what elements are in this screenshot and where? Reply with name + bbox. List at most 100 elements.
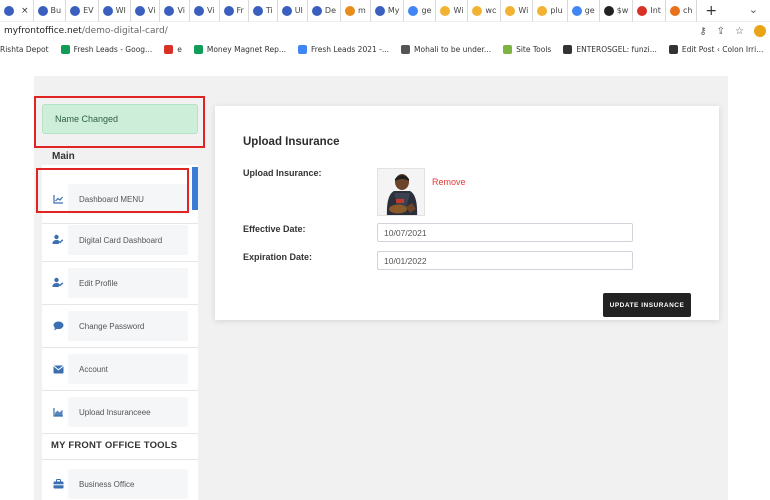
tab-favicon-icon [70,5,81,16]
chart-area-icon [52,406,64,418]
tab-favicon-icon [505,5,516,16]
address-bar-icons: ⚷ ⇪ ☆ [699,22,766,40]
divider [42,223,198,224]
browser-tab[interactable]: wc [468,0,502,22]
address-bar[interactable]: myfrontoffice.net/demo-digital-card/ ⚷ ⇪… [0,22,770,40]
browser-tab[interactable]: Vi [160,0,190,22]
bookmark-item[interactable]: Rishta Depot [0,45,49,54]
sidebar-item-label: Account [79,364,108,374]
upload-insurance-card: Upload Insurance Upload Insurance: Remov… [215,106,719,320]
browser-tab[interactable]: Bu [34,0,67,22]
tab-label: ge [421,6,432,15]
browser-tab[interactable]: ge [568,0,600,22]
expiration-date-input[interactable] [377,251,633,270]
browser-tab[interactable]: EV [66,0,99,22]
bookmark-item[interactable]: Edit Post ‹ Colon Irri... [668,44,764,54]
sidebar-item-label: Change Password [79,321,145,331]
extension-icon[interactable] [754,25,766,37]
insurance-photo-thumbnail [377,168,425,216]
effective-date-label: Effective Date: [243,224,306,234]
tab-favicon-icon [134,5,145,16]
tab-favicon-icon [440,5,451,16]
sidebar-item-edit-profile[interactable]: Edit Profile [68,268,188,298]
upload-insurance-label: Upload Insurance: [243,168,322,178]
share-icon[interactable]: ⇪ [717,26,725,37]
card-title: Upload Insurance [243,136,340,148]
tab-favicon-icon [37,5,48,16]
browser-tab[interactable]: × [0,0,34,22]
tab-favicon-icon [537,5,548,16]
tab-label: Vi [206,6,215,15]
chat-bubble-icon [52,320,64,332]
browser-tab[interactable]: ge [404,0,437,22]
tab-label: m [358,6,366,15]
key-icon[interactable]: ⚷ [699,26,706,37]
bookmark-label: Fresh Leads 2021 -... [311,44,390,54]
bookmark-item[interactable]: Fresh Leads - Goog... [60,44,152,54]
bookmark-item[interactable]: Site Tools [503,44,551,54]
divider [42,390,198,391]
sidebar-item-upload-insurance[interactable]: Upload Insuranceee [68,397,188,427]
bookmark-item[interactable]: Mohali to be under... [401,44,492,54]
browser-tab[interactable]: m [341,0,371,22]
tab-label: plu [550,6,563,15]
bookmark-item[interactable]: Money Magnet Rep... [193,44,286,54]
browser-tab[interactable]: UI [278,0,308,22]
tab-favicon-icon [603,5,614,16]
browser-tab[interactable]: Wi [436,0,469,22]
tab-label: My [387,6,400,15]
tab-search-chevron-icon[interactable]: ⌄ [749,3,758,16]
sidebar-item-change-password[interactable]: Change Password [68,311,188,341]
bookmark-favicon-icon [164,44,174,54]
bookmark-item[interactable]: Fresh Leads 2021 -... [298,44,390,54]
tab-label: Vi [177,6,185,15]
browser-tab[interactable]: plu [533,0,568,22]
tab-favicon-icon [164,5,175,16]
browser-tab-strip: × Bu EV WI Vi Vi Vi Fr Ti UI De m My ge Wi wc Wi plu ge $w I… [0,0,770,22]
tab-label: UI [294,6,303,15]
section-label-tools: MY FRONT OFFICE TOOLS [51,440,178,451]
bookmark-label: Mohali to be under... [414,44,492,54]
tab-favicon-icon [252,5,263,16]
bookmark-star-icon[interactable]: ☆ [735,26,744,37]
highlight-box-alert [34,96,205,148]
sidebar-item-digital-card-dashboard[interactable]: Digital Card Dashboard [68,225,188,255]
url-host: myfrontoffice.net [4,26,82,36]
sidebar-item-account[interactable]: Account [68,354,188,384]
close-tab-icon[interactable]: × [21,6,29,16]
sidebar-item-label: Digital Card Dashboard [79,235,163,245]
new-tab-button[interactable]: + [705,3,717,19]
tab-label: Bu [50,6,62,15]
expiration-date-label: Expiration Date: [243,252,313,262]
update-insurance-button[interactable]: UPDATE INSURANCE [603,293,691,317]
bookmark-favicon-icon [668,44,678,54]
tab-favicon-icon [472,5,483,16]
browser-tab[interactable]: Ti [249,0,278,22]
remove-photo-link[interactable]: Remove [432,177,466,187]
browser-tab[interactable]: ch [666,0,698,22]
browser-tab[interactable]: Vi [190,0,220,22]
bookmark-label: Edit Post ‹ Colon Irri... [681,44,764,54]
tab-favicon-icon [669,5,680,16]
browser-tab[interactable]: $w [600,0,634,22]
browser-tab[interactable]: Fr [220,0,249,22]
browser-tab[interactable]: Int [633,0,666,22]
bookmark-item[interactable]: e [164,44,182,54]
divider [42,433,198,434]
tab-label: Wi [518,6,529,15]
bookmark-favicon-icon [503,44,513,54]
bookmark-favicon-icon [563,44,573,54]
bookmark-label: e [177,44,182,54]
url-path: /demo-digital-card/ [81,26,168,36]
browser-tab[interactable]: Wi [501,0,534,22]
browser-tab[interactable]: Vi [131,0,161,22]
divider [42,347,198,348]
bookmark-item[interactable]: ENTEROSGEL: funzi... [563,44,657,54]
browser-tab[interactable]: WI [99,0,131,22]
bookmark-favicon-icon [60,44,70,54]
effective-date-input[interactable] [377,223,633,242]
sidebar-item-business-office[interactable]: Business Office [68,469,188,499]
browser-tab[interactable]: De [308,0,342,22]
browser-tab[interactable]: My [371,0,405,22]
bookmark-favicon-icon [298,44,308,54]
